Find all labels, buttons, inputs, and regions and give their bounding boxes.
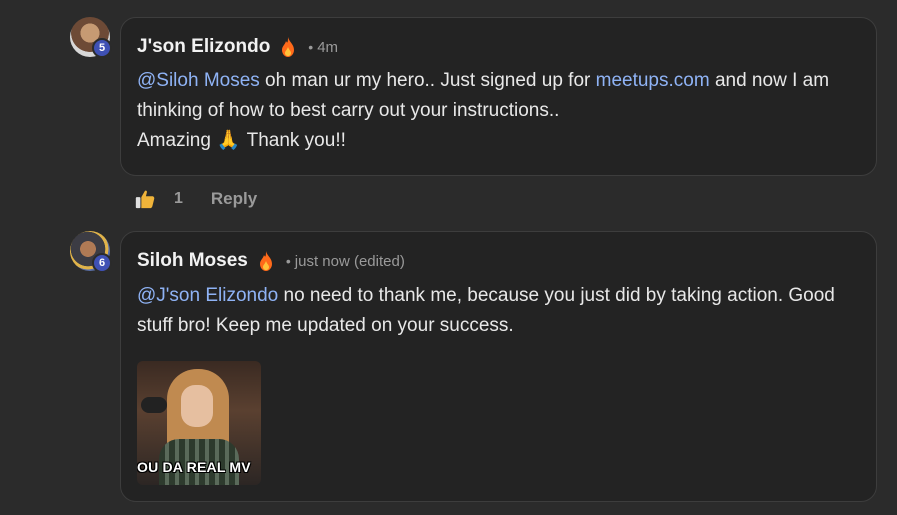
flame-icon xyxy=(282,37,295,57)
praying-hands-emoji: 🙏 xyxy=(216,130,241,151)
external-link[interactable]: meetups.com xyxy=(596,70,710,91)
gif-caption: OU DA REAL MV xyxy=(137,459,251,475)
comment-text: Amazing xyxy=(137,130,211,151)
mention-link[interactable]: @J'son Elizondo xyxy=(137,285,278,306)
thumbs-up-icon[interactable] xyxy=(134,188,156,210)
comment-bubble: Siloh Moses • just now (edited) @J'son E… xyxy=(120,231,877,502)
level-badge: 6 xyxy=(92,253,112,273)
comment-body: @Siloh Moses oh man ur my hero.. Just si… xyxy=(137,66,836,156)
comment-bubble: J'son Elizondo • 4m @Siloh Moses oh man … xyxy=(120,17,877,176)
flame-icon xyxy=(259,251,272,271)
comment-actions: 1 Reply xyxy=(134,188,257,210)
reply-button[interactable]: Reply xyxy=(211,189,257,209)
comment-text: Thank you!! xyxy=(246,130,346,151)
comment-header: Siloh Moses • just now (edited) xyxy=(137,250,405,272)
comment-text: oh man ur my hero.. Just signed up for xyxy=(259,70,596,91)
comment-header: J'son Elizondo • 4m xyxy=(137,36,338,58)
gif-person-face xyxy=(181,385,213,427)
mention-link[interactable]: @Siloh Moses xyxy=(137,70,260,91)
comment-author[interactable]: J'son Elizondo xyxy=(137,36,270,58)
separator-dot: • xyxy=(285,253,291,269)
comment-body: @J'son Elizondo no need to thank me, bec… xyxy=(137,281,836,341)
comment-timestamp: just now (edited) xyxy=(294,252,405,270)
comment-author[interactable]: Siloh Moses xyxy=(137,250,248,272)
comment-thread: 5 J'son Elizondo • 4m @Siloh Moses oh ma… xyxy=(0,0,897,515)
comment-timestamp: 4m xyxy=(317,38,339,56)
like-count: 1 xyxy=(174,190,183,207)
gif-attachment[interactable]: OU DA REAL MV xyxy=(137,361,261,485)
microphone-shape xyxy=(141,397,167,413)
separator-dot: • xyxy=(308,39,314,55)
level-badge: 5 xyxy=(92,38,112,58)
